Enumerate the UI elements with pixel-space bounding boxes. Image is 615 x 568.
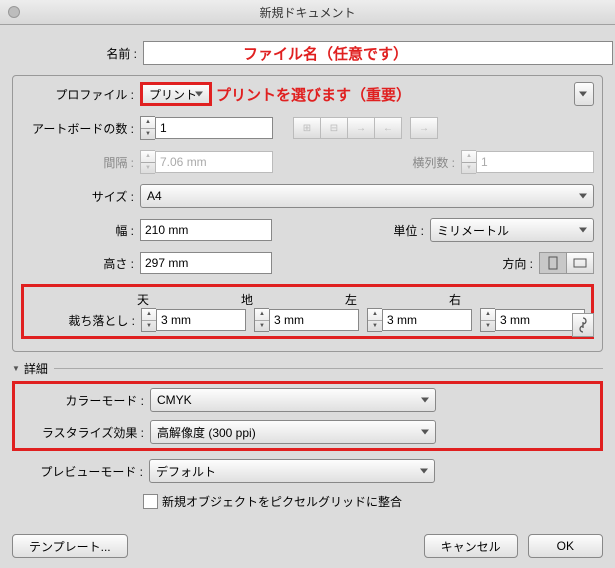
preview-select[interactable]: デフォルト <box>149 459 435 483</box>
pixelgrid-label: 新規オブジェクトをピクセルグリッドに整合 <box>162 493 402 510</box>
unit-select[interactable]: ミリメートル <box>430 218 594 242</box>
size-select[interactable]: A4 <box>140 184 594 208</box>
artboards-stepper[interactable]: ▲▼ <box>140 116 155 140</box>
advanced-disclosure[interactable]: 詳細 <box>12 360 603 377</box>
close-icon[interactable] <box>8 6 20 18</box>
bleed-right-stepper[interactable]: ▲▼ <box>480 308 495 332</box>
width-label: 幅 : <box>21 222 140 239</box>
columns-stepper: ▲▼ <box>461 150 476 174</box>
spacing-label: 間隔 : <box>21 154 140 171</box>
orient-landscape-icon[interactable] <box>567 252 594 274</box>
orient-label: 方向 : <box>502 255 539 272</box>
profile-select-highlight[interactable]: プリント <box>143 85 209 103</box>
bleed-left-label: 左 <box>345 291 449 308</box>
profile-label: プロファイル : <box>21 86 140 103</box>
name-field[interactable] <box>143 41 613 65</box>
bleed-bottom-field[interactable]: 3 mm <box>269 309 359 331</box>
raster-label: ラスタライズ効果 : <box>19 424 150 441</box>
unit-label: 単位 : <box>393 222 430 239</box>
name-label: 名前 : <box>12 45 143 62</box>
bleed-top-field[interactable]: 3 mm <box>156 309 246 331</box>
bleed-label: 裁ち落とし : <box>30 312 141 329</box>
bleed-top-stepper[interactable]: ▲▼ <box>141 308 156 332</box>
profile-annotation: プリントを選びます（重要） <box>216 84 411 105</box>
orient-portrait-icon[interactable] <box>539 252 567 274</box>
bleed-right-label: 右 <box>449 291 553 308</box>
bleed-left-field[interactable]: 3 mm <box>382 309 472 331</box>
width-field[interactable]: 210 mm <box>140 219 272 241</box>
spacing-stepper: ▲▼ <box>140 150 155 174</box>
pixelgrid-checkbox[interactable] <box>143 494 158 509</box>
cancel-button[interactable]: キャンセル <box>424 534 518 558</box>
artboards-label: アートボードの数 : <box>21 120 140 137</box>
colormode-select[interactable]: CMYK <box>150 388 436 412</box>
colormode-label: カラーモード : <box>19 392 150 409</box>
titlebar: 新規ドキュメント <box>0 0 615 25</box>
size-label: サイズ : <box>21 188 140 205</box>
template-button[interactable]: テンプレート... <box>12 534 128 558</box>
arrange-col-icon: ← <box>375 117 402 139</box>
bleed-bottom-stepper[interactable]: ▲▼ <box>254 308 269 332</box>
columns-field: 1 <box>476 151 594 173</box>
arrange-grid-row-icon: ⊞ <box>293 117 321 139</box>
bleed-top-label: 天 <box>137 291 241 308</box>
raster-select[interactable]: 高解像度 (300 ppi) <box>150 420 436 444</box>
profile-select-arrow[interactable] <box>574 82 594 106</box>
height-label: 高さ : <box>21 255 140 272</box>
height-field[interactable]: 297 mm <box>140 252 272 274</box>
spacing-field: 7.06 mm <box>155 151 273 173</box>
preview-label: プレビューモード : <box>12 463 149 480</box>
arrange-rtl-icon: → <box>410 117 438 139</box>
ok-button[interactable]: OK <box>528 534 603 558</box>
link-bleed-icon[interactable] <box>572 313 594 337</box>
bleed-left-stepper[interactable]: ▲▼ <box>367 308 382 332</box>
arrange-row-icon: → <box>348 117 375 139</box>
window-title: 新規ドキュメント <box>259 4 355 21</box>
columns-label: 横列数 : <box>412 154 461 171</box>
arrange-grid-col-icon: ⊟ <box>321 117 348 139</box>
bleed-bottom-label: 地 <box>241 291 345 308</box>
artboards-field[interactable]: 1 <box>155 117 273 139</box>
